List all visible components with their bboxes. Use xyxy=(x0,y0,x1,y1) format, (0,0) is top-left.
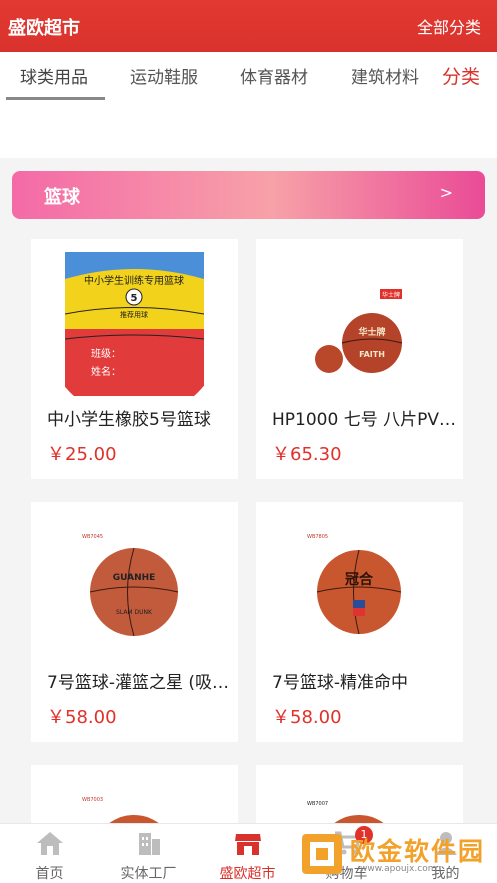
product-image: WB7003 xyxy=(82,797,159,823)
product-card[interactable]: WB7805 冠合 7号篮球-精准命中 ￥58.00 xyxy=(256,502,463,742)
nav-label: 实体工厂 xyxy=(120,866,177,882)
product-card[interactable]: WB7003 xyxy=(31,765,238,823)
svg-text:推荐用球: 推荐用球 xyxy=(120,310,148,319)
svg-text:姓名：: 姓名： xyxy=(91,365,121,378)
tab-sports-equipment[interactable]: 体育器材 xyxy=(240,63,308,88)
tab-ball-supplies[interactable]: 球类用品 xyxy=(20,63,88,88)
watermark-url: www.apoujx.com xyxy=(360,864,437,874)
svg-text:5: 5 xyxy=(131,293,138,304)
banner-arrow-icon: > xyxy=(439,183,453,202)
svg-text:FAITH: FAITH xyxy=(359,350,385,359)
product-name: 7号篮球-灌篮之星 (吸… xyxy=(47,673,229,693)
svg-text:WB7003: WB7003 xyxy=(82,797,103,803)
watermark-text: 欧金软件园 xyxy=(350,837,486,866)
product-card[interactable]: WB7007 xyxy=(256,765,463,823)
image-text: 中小学生训练专用篮球 xyxy=(84,274,184,287)
page-title: 盛欧超市 xyxy=(8,18,80,39)
building-icon xyxy=(139,833,160,855)
tab-sports-apparel[interactable]: 运动鞋服 xyxy=(130,63,198,88)
tab-building-materials[interactable]: 建筑材料 xyxy=(351,63,419,88)
app-header: 盛欧超市 全部分类 xyxy=(0,0,497,52)
svg-text:GUANHE: GUANHE xyxy=(113,573,156,583)
product-price: ￥25.00 xyxy=(47,444,117,465)
nav-store[interactable]: 盛欧超市 xyxy=(198,824,297,883)
banner-label: 篮球 xyxy=(44,187,80,208)
store-icon xyxy=(235,834,261,855)
product-card[interactable]: 中小学生训练专用篮球 5 推荐用球 班级： 姓名： 中小学生橡胶5号篮球 ￥25… xyxy=(31,239,238,479)
svg-text:冠合: 冠合 xyxy=(345,571,374,588)
product-image: WB7045 GUANHE SLAM DUNK xyxy=(82,534,179,637)
svg-text:华士牌: 华士牌 xyxy=(358,326,385,338)
product-price: ￥58.00 xyxy=(47,707,117,728)
all-categories-link[interactable]: 全部分类 xyxy=(417,14,481,38)
nav-factory[interactable]: 实体工厂 xyxy=(99,824,198,883)
product-price: ￥65.30 xyxy=(272,444,342,465)
svg-text:SLAM DUNK: SLAM DUNK xyxy=(116,609,153,616)
product-price: ￥58.00 xyxy=(272,707,342,728)
svg-text:WB7045: WB7045 xyxy=(82,534,103,540)
product-image: WB7805 冠合 xyxy=(307,534,402,635)
product-image: 华士牌 华士牌 FAITH xyxy=(315,289,403,373)
nav-home[interactable]: 首页 xyxy=(0,824,99,883)
category-more-button[interactable]: 分类 xyxy=(442,62,480,89)
nav-label: 首页 xyxy=(35,866,64,882)
watermark-logo-icon xyxy=(302,834,342,874)
svg-text:华士牌: 华士牌 xyxy=(382,291,400,299)
watermark: 欧金软件园 www.apoujx.com xyxy=(300,830,492,880)
svg-text:WB7805: WB7805 xyxy=(307,534,328,540)
home-icon xyxy=(37,832,63,855)
svg-text:班级：: 班级： xyxy=(91,348,121,360)
product-card[interactable]: 华士牌 华士牌 FAITH HP1000 七号 八片PV… ￥65.30 xyxy=(256,239,463,479)
product-name: HP1000 七号 八片PV… xyxy=(272,410,456,430)
product-name: 7号篮球-精准命中 xyxy=(272,673,408,693)
product-name: 中小学生橡胶5号篮球 xyxy=(47,410,211,430)
product-image: 中小学生训练专用篮球 5 推荐用球 班级： 姓名： xyxy=(65,252,204,396)
svg-text:WB7007: WB7007 xyxy=(307,801,328,807)
nav-label: 盛欧超市 xyxy=(219,866,276,882)
tabs-spacer xyxy=(0,104,497,158)
category-banner[interactable]: 篮球 > xyxy=(12,171,485,219)
product-image: WB7007 xyxy=(307,801,384,823)
product-card[interactable]: WB7045 GUANHE SLAM DUNK 7号篮球-灌篮之星 (吸… ￥5… xyxy=(31,502,238,742)
active-tab-indicator xyxy=(6,97,105,100)
